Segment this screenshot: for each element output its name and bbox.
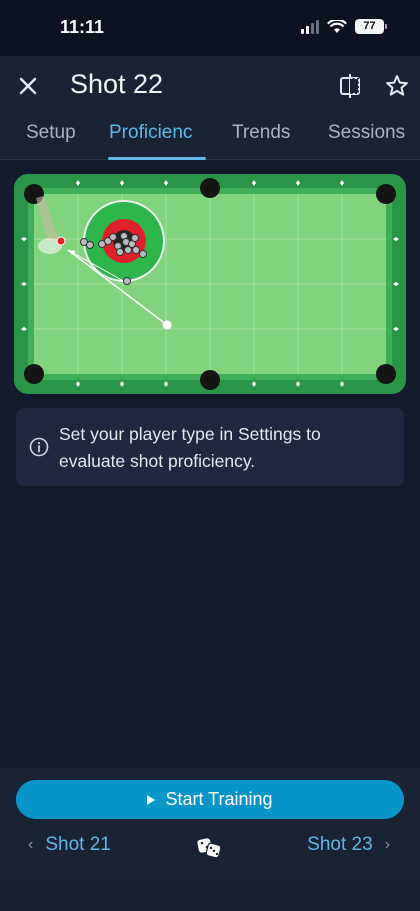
home-indicator-area (0, 880, 420, 911)
next-shot-button[interactable]: Shot 23 › (307, 834, 390, 856)
header: Shot 22 Setup Proficienc Trends Sessions (0, 56, 420, 160)
chevron-right-icon: › (384, 836, 390, 853)
pool-table-diagram[interactable] (14, 174, 406, 394)
previous-shot-button[interactable]: ‹ Shot 21 (28, 834, 111, 856)
pool-table (14, 174, 406, 394)
start-training-label: Start Training (165, 789, 273, 809)
compare-icon[interactable] (338, 72, 362, 100)
info-card: Set your player type in Settings to eval… (16, 408, 404, 486)
cellular-signal-icon (301, 19, 319, 34)
page-title: Shot 22 (70, 69, 164, 99)
previous-shot-label: Shot 21 (45, 834, 111, 855)
close-icon[interactable] (14, 72, 42, 100)
start-training-button[interactable]: Start Training (16, 780, 404, 819)
info-message: Set your player type in Settings to eval… (59, 424, 321, 471)
tab-trends[interactable]: Trends (232, 122, 290, 144)
cue-ball (162, 320, 172, 330)
tab-sessions[interactable]: Sessions (328, 122, 405, 144)
wifi-icon (327, 19, 347, 33)
status-icons: 77 (301, 19, 387, 34)
dice-icon[interactable] (196, 834, 222, 860)
next-shot-label: Shot 23 (307, 834, 373, 855)
tab-bar: Setup Proficienc Trends Sessions (0, 114, 420, 160)
tab-setup[interactable]: Setup (26, 122, 76, 144)
play-icon (147, 794, 156, 805)
star-icon[interactable] (384, 73, 410, 99)
chevron-left-icon: ‹ (28, 836, 34, 853)
status-bar: 11:11 77 (0, 0, 420, 56)
info-icon (29, 437, 49, 457)
object-ball (56, 236, 66, 246)
status-time: 11:11 (60, 17, 105, 37)
tab-proficiency[interactable]: Proficienc (109, 122, 206, 144)
battery-indicator: 77 (355, 19, 387, 34)
active-tab-indicator (108, 157, 206, 160)
